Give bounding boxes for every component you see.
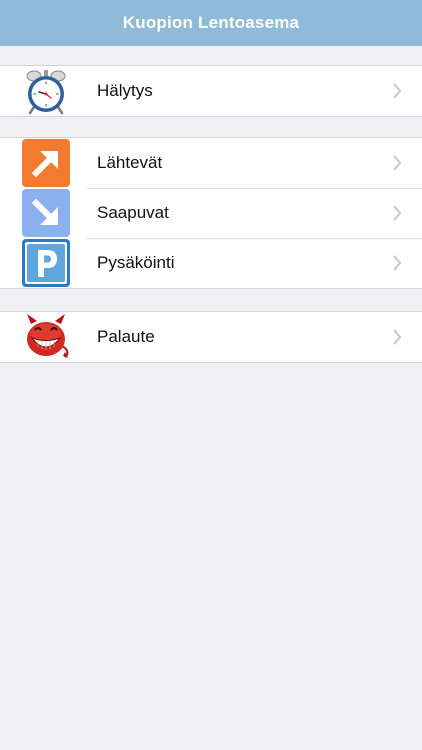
chevron-right-icon: [393, 329, 402, 345]
arrivals-arrow-icon: [21, 188, 71, 238]
menu-item-arrivals[interactable]: Saapuvat: [0, 188, 422, 238]
menu-item-parking[interactable]: Pysäköinti: [0, 238, 422, 288]
flights-group: Lähtevät Saapuvat Pysäköinti: [0, 137, 422, 289]
menu-item-alarm[interactable]: Hälytys: [0, 66, 422, 116]
app-title: Kuopion Lentoasema: [122, 13, 300, 32]
menu-item-label-alarm: Hälytys: [97, 81, 153, 100]
feedback-group: Palaute: [0, 311, 422, 363]
departures-arrow-icon: [21, 138, 71, 188]
chevron-right-icon: [393, 155, 402, 171]
navigation-bar: Kuopion Lentoasema: [0, 0, 422, 46]
alarm-clock-icon: [21, 66, 71, 116]
parking-icon: [21, 238, 71, 288]
menu-item-label-arrivals: Saapuvat: [97, 203, 169, 222]
menu-item-label-feedback: Palaute: [97, 327, 155, 346]
menu-item-label-parking: Pysäköinti: [97, 253, 175, 272]
devil-face-icon: [21, 312, 71, 362]
menu-item-feedback[interactable]: Palaute: [0, 312, 422, 362]
chevron-right-icon: [393, 205, 402, 221]
alarm-group: Hälytys: [0, 65, 422, 117]
chevron-right-icon: [393, 255, 402, 271]
menu-item-label-departures: Lähtevät: [97, 153, 163, 172]
menu-item-departures[interactable]: Lähtevät: [0, 138, 422, 188]
chevron-right-icon: [393, 83, 402, 99]
